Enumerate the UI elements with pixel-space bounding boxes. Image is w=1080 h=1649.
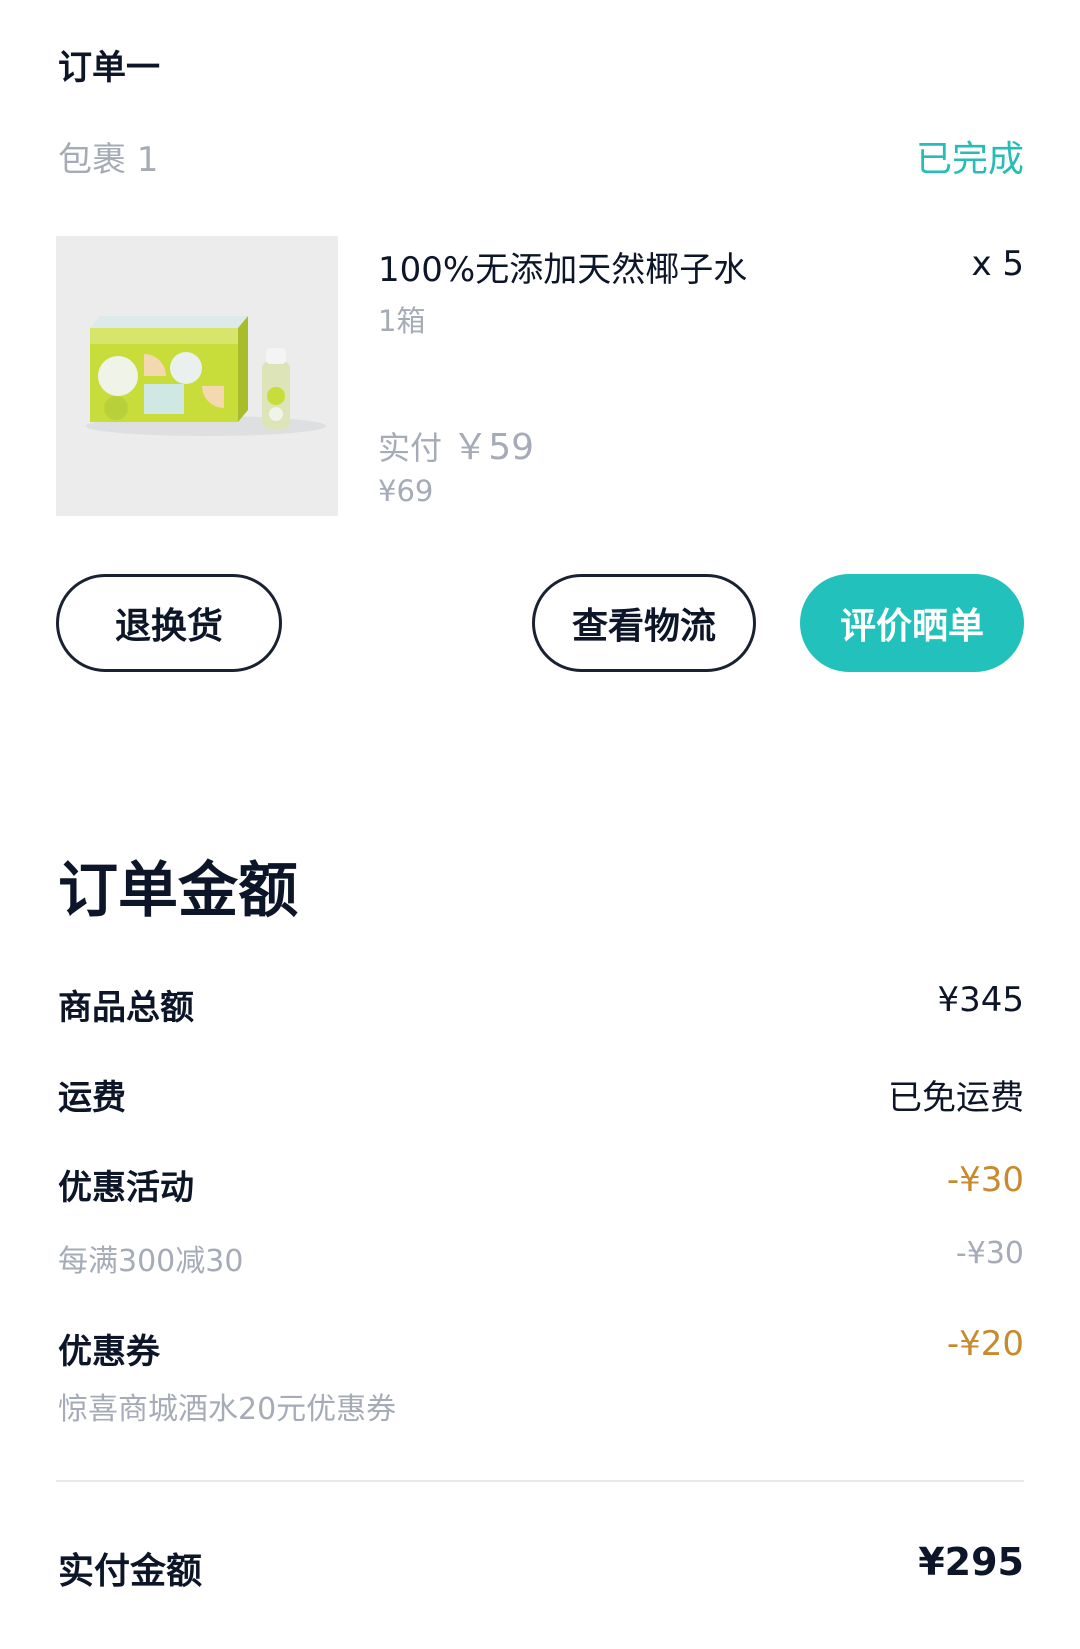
product-spec: 1箱 <box>378 304 426 338</box>
package-label: 包裹 1 <box>58 140 159 180</box>
order-title: 订单一 <box>58 48 160 88</box>
product-paid-price: 实付 ￥59 <box>378 418 534 470</box>
shipping-value: 已免运费 <box>888 1078 1024 1118</box>
coupon-detail-label: 惊喜商城酒水20元优惠券 <box>58 1392 397 1427</box>
promo-detail-label: 每满300减30 <box>58 1244 244 1279</box>
order-detail-page: 订单一 包裹 1 已完成 100%无添加天然椰子水 x 5 1箱 实付 ￥59 … <box>0 0 1080 1649</box>
paid-label: 实付 <box>378 429 443 467</box>
coconut-water-box-icon <box>56 236 338 516</box>
promo-value: -¥30 <box>946 1160 1024 1200</box>
review-button[interactable]: 评价晒单 <box>800 574 1024 672</box>
order-status: 已完成 <box>915 139 1024 180</box>
goods-total-value: ¥345 <box>937 980 1024 1020</box>
product-name[interactable]: 100%无添加天然椰子水 <box>378 242 747 291</box>
product-original-price: ¥69 <box>378 474 434 508</box>
paid-total-label: 实付金额 <box>58 1551 203 1592</box>
divider <box>56 1480 1024 1482</box>
coupon-value: -¥20 <box>946 1324 1024 1364</box>
return-exchange-button[interactable]: 退换货 <box>56 574 282 672</box>
promo-detail-value: -¥30 <box>955 1236 1024 1271</box>
goods-total-label: 商品总额 <box>58 988 194 1028</box>
product-quantity: x 5 <box>971 244 1024 284</box>
shipping-label: 运费 <box>58 1078 126 1118</box>
promo-label: 优惠活动 <box>58 1168 194 1208</box>
order-amount-title: 订单金额 <box>58 856 298 926</box>
view-logistics-button[interactable]: 查看物流 <box>532 574 756 672</box>
paid-amount: ￥59 <box>452 427 534 468</box>
product-image[interactable] <box>56 236 338 516</box>
paid-total-value: ¥295 <box>918 1540 1024 1584</box>
coupon-label: 优惠券 <box>58 1332 160 1372</box>
